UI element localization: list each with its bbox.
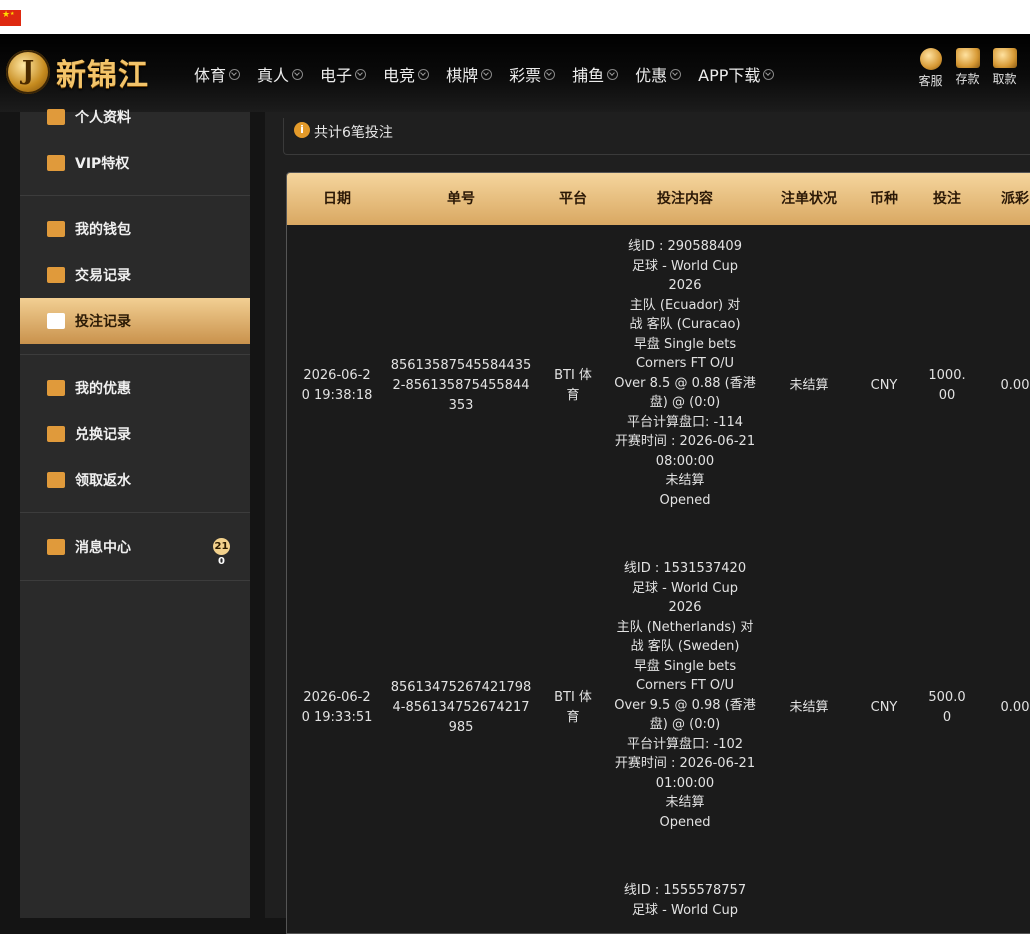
- piggy-bank-icon: [47, 221, 65, 237]
- table-row[interactable]: 线ID : 1555578757 足球 - World Cup: [287, 869, 1030, 929]
- main-content: i 共计6笔投注 日期 单号 平台 投注内容 注单状况 币种 投注 派彩 202…: [265, 112, 1030, 934]
- nav-item-sports[interactable]: 体育: [194, 62, 241, 86]
- nav-item-esports[interactable]: 电竞: [383, 62, 430, 86]
- column-header-currency[interactable]: 币种: [859, 173, 909, 225]
- nav-item-cards[interactable]: 棋牌: [446, 62, 493, 86]
- chevron-down-icon: [355, 68, 367, 80]
- bet-summary-text: 共计6笔投注: [314, 125, 393, 141]
- cell-bet-content: 线ID : 1531537420 足球 - World Cup 2026 主队 …: [614, 561, 756, 830]
- table-row[interactable]: 2026-06-2 0 19:33:51 85613475267421798 4…: [287, 547, 1030, 869]
- column-header-date[interactable]: 日期: [287, 173, 387, 225]
- column-header-status[interactable]: 注单状况: [759, 173, 859, 225]
- column-header-bet-content[interactable]: 投注内容: [611, 173, 759, 225]
- withdraw-button[interactable]: 取款: [986, 48, 1023, 89]
- sidebar-item-profile[interactable]: 个人资料: [20, 94, 250, 140]
- customer-service-button[interactable]: 客服: [912, 48, 949, 89]
- cell-date: 2026-06-2 0 19:33:51: [301, 690, 373, 725]
- sidebar-item-bet-records[interactable]: 投注记录: [20, 298, 250, 344]
- nav-item-fishing[interactable]: 捕鱼: [572, 62, 619, 86]
- cell-status: 未结算: [789, 378, 829, 393]
- cell-platform: BTI 体 育: [554, 690, 592, 725]
- chevron-down-icon: [292, 68, 304, 80]
- message-count-sub: 0: [218, 556, 225, 567]
- chevron-down-icon: [418, 68, 430, 80]
- cell-bet-amount: 500.0 0: [928, 690, 966, 725]
- bet-summary: i 共计6笔投注: [283, 118, 1030, 155]
- cell-payout: 0.00: [1000, 378, 1030, 393]
- nav-item-app-download[interactable]: APP下载: [698, 62, 775, 86]
- site-logo[interactable]: J 新锦江: [4, 44, 174, 100]
- profile-icon: [47, 109, 65, 125]
- sidebar-divider: [20, 195, 250, 196]
- nav-item-lottery[interactable]: 彩票: [509, 62, 556, 86]
- chevron-down-icon: [229, 68, 241, 80]
- rebate-icon: [47, 472, 65, 488]
- chevron-down-icon: [607, 68, 619, 80]
- withdraw-chest-icon: [992, 48, 1017, 68]
- wallet-icon: [955, 48, 980, 68]
- chevron-down-icon: [763, 68, 775, 80]
- sidebar-divider: [20, 580, 250, 581]
- china-flag-icon[interactable]: ★ ★: [0, 10, 21, 26]
- column-header-bet-amount[interactable]: 投注: [909, 173, 985, 225]
- cell-payout: 0.00: [1000, 700, 1030, 715]
- nav-item-live-casino[interactable]: 真人: [257, 62, 304, 86]
- nav-item-slots[interactable]: 电子: [320, 62, 367, 86]
- message-count-badge: 21: [213, 538, 230, 555]
- document-icon: [47, 267, 65, 283]
- sidebar-item-vip[interactable]: VIP特权: [20, 140, 250, 186]
- sidebar-item-rebate[interactable]: 领取返水: [20, 457, 250, 503]
- cell-order-no: 85613475267421798 4-856134752674217 985: [390, 680, 532, 735]
- chevron-down-icon: [481, 68, 493, 80]
- cell-currency: CNY: [870, 378, 898, 393]
- sidebar-item-my-promotions[interactable]: 我的优惠: [20, 365, 250, 411]
- chevron-down-icon: [670, 68, 682, 80]
- sidebar-item-redemption-records[interactable]: 兑换记录: [20, 411, 250, 457]
- column-header-platform[interactable]: 平台: [535, 173, 611, 225]
- chevron-down-icon: [544, 68, 556, 80]
- bet-records-table: 日期 单号 平台 投注内容 注单状况 币种 投注 派彩 2026-06-2 0 …: [286, 172, 1030, 934]
- logo-emblem-icon: J: [6, 50, 50, 94]
- column-header-order-no[interactable]: 单号: [387, 173, 535, 225]
- deposit-button[interactable]: 存款: [949, 48, 986, 89]
- customer-service-icon: [919, 48, 942, 70]
- sidebar-item-wallet[interactable]: 我的钱包: [20, 206, 250, 252]
- column-header-payout[interactable]: 派彩: [985, 173, 1030, 225]
- header-tools: 客服 存款 取款: [912, 48, 1023, 89]
- cell-order-no: 85613587545584435 2-856135875455844 353: [390, 358, 532, 413]
- main-nav: 体育 真人 电子 电竞 棋牌 彩票 捕鱼 优惠 APP下载: [194, 62, 791, 86]
- gift-bag-icon: [47, 380, 65, 396]
- cell-status: 未结算: [789, 700, 829, 715]
- table-row[interactable]: 2026-06-2 0 19:38:18 85613587545584435 2…: [287, 225, 1030, 547]
- cell-platform: BTI 体 育: [554, 368, 592, 403]
- cell-bet-content: 线ID : 1555578757 足球 - World Cup: [623, 883, 747, 918]
- account-sidebar: 个人资料 VIP特权 我的钱包 交易记录 投注记录 我的优惠 兑换记录 领取返水…: [20, 109, 250, 918]
- table-header: 日期 单号 平台 投注内容 注单状况 币种 投注 派彩: [287, 173, 1030, 225]
- sidebar-item-messages[interactable]: 消息中心 21 0: [20, 524, 250, 570]
- bell-icon: [47, 539, 65, 555]
- clipboard-icon: [47, 313, 65, 329]
- info-icon: i: [294, 122, 310, 138]
- sidebar-item-transactions[interactable]: 交易记录: [20, 252, 250, 298]
- nav-item-promotions[interactable]: 优惠: [635, 62, 682, 86]
- cell-date: 2026-06-2 0 19:38:18: [301, 368, 373, 403]
- logo-text: 新锦江: [56, 58, 149, 93]
- exchange-icon: [47, 426, 65, 442]
- vip-card-icon: [47, 155, 65, 171]
- sidebar-divider: [20, 354, 250, 355]
- top-strip: ★ ★: [0, 0, 1030, 34]
- cell-currency: CNY: [870, 700, 898, 715]
- sidebar-divider: [20, 512, 250, 513]
- cell-bet-content: 线ID : 290588409 足球 - World Cup 2026 主队 (…: [614, 239, 756, 508]
- cell-bet-amount: 1000. 00: [928, 368, 966, 403]
